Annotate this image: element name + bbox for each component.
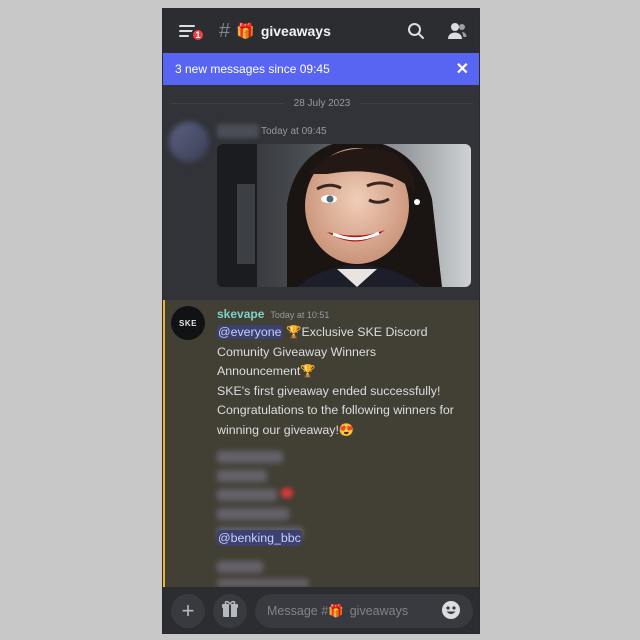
gift-button[interactable] <box>213 594 247 628</box>
gif-attachment[interactable] <box>217 144 471 287</box>
message-line: Comunity Giveaway Winners <box>217 344 377 359</box>
message-line: Congratulations to the following winners… <box>217 403 454 417</box>
blurred-winner-mention <box>217 470 267 482</box>
add-attachment-button[interactable]: + <box>171 594 205 628</box>
new-messages-bar[interactable]: 3 new messages since 09:45 ✕ <box>163 53 479 85</box>
channel-name[interactable]: giveaways <box>261 23 331 39</box>
message-line: winning our giveaway!😍 <box>217 422 355 437</box>
notification-badge: 1 <box>191 28 205 42</box>
channel-gift-emoji: 🎁 <box>236 23 255 40</box>
message-placeholder-channel: giveaways <box>349 604 409 618</box>
message-placeholder-emoji: 🎁 <box>328 603 344 618</box>
blurred-winner-mention <box>217 489 277 501</box>
close-icon[interactable]: ✕ <box>456 59 469 79</box>
gift-icon <box>221 598 239 624</box>
message-line: Announcement🏆 <box>217 364 316 378</box>
message-timestamp: Today at 10:51 <box>270 310 330 320</box>
message-line: 🏆Exclusive SKE Discord <box>286 325 428 339</box>
author-name[interactable]: skevape <box>217 307 264 321</box>
phone-screen: 1 # 🎁 giveaways 3 new messages since 09:… <box>162 8 480 634</box>
avatar[interactable] <box>169 122 209 162</box>
blurred-winner-mention <box>217 451 283 463</box>
menu-icon[interactable]: 1 <box>177 20 205 42</box>
plus-icon: + <box>181 598 195 623</box>
message-input[interactable]: Message # 🎁 giveaways <box>255 594 473 628</box>
blurred-winner-mention <box>217 561 263 573</box>
emoji-icon[interactable] <box>441 600 461 623</box>
new-messages-text: 3 new messages since 09:45 <box>175 62 330 76</box>
members-icon[interactable] <box>447 22 467 40</box>
channel-header: 1 # 🎁 giveaways <box>163 9 479 53</box>
channel-hash-icon: # <box>219 19 231 42</box>
blurred-winner-mention <box>217 579 309 587</box>
message-line: SKE's first giveaway ended successfully! <box>217 383 441 398</box>
message-author-row: skevape Today at 10:51 <box>217 307 329 321</box>
winner-mention[interactable]: @benking_bbc <box>217 530 302 546</box>
blurred-emoji <box>281 488 293 498</box>
message-timestamp: Today at 09:45 <box>261 126 327 137</box>
blurred-author-name[interactable] <box>217 124 259 138</box>
date-divider-label: 28 July 2023 <box>293 97 351 109</box>
search-icon[interactable] <box>407 22 425 40</box>
blurred-winner-mention <box>217 508 289 520</box>
message-content: @everyone 🏆Exclusive SKE Discord Comunit… <box>217 323 475 440</box>
date-divider: 28 July 2023 <box>171 95 473 111</box>
message-placeholder-prefix: Message # <box>267 604 329 618</box>
avatar[interactable]: SKE <box>171 306 205 340</box>
message-composer-bar: + Message # 🎁 giveaways <box>163 587 479 633</box>
everyone-mention[interactable]: @everyone <box>217 325 283 339</box>
